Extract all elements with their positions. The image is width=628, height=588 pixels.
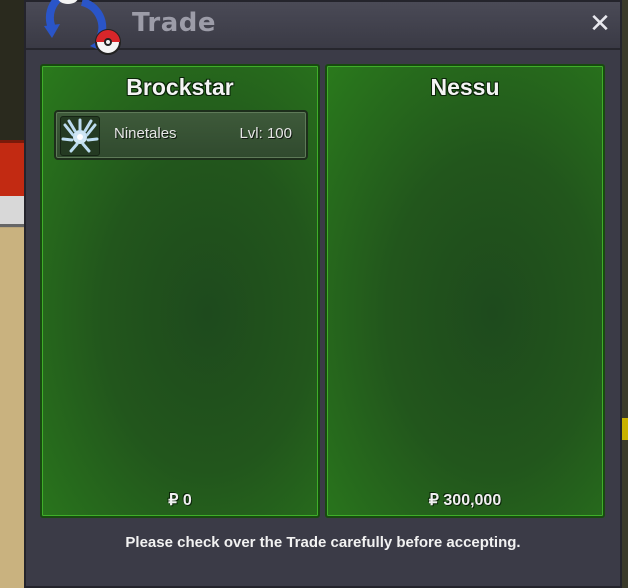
item-pokemon-level: Lvl: 100 xyxy=(239,125,292,142)
trade-instructions: Please check over the Trade carefully be… xyxy=(125,534,521,551)
money-offer-left: ₽ 0 xyxy=(168,492,192,509)
title-bar[interactable]: Trade ✕ xyxy=(26,0,620,55)
game-background-gray-bar xyxy=(0,196,24,227)
ninetales-icon xyxy=(60,116,100,156)
trade-window: Trade ✕ Brockstar Ninetales Lvl: 100 ₽ 0… xyxy=(24,0,622,588)
close-icon[interactable]: ✕ xyxy=(586,10,614,38)
game-background-dark xyxy=(0,0,24,140)
money-offer-right: ₽ 300,000 xyxy=(428,492,502,509)
partner-offer-panel: Nessu ₽ 300,000 xyxy=(325,64,605,518)
trade-logo-icon xyxy=(44,0,121,55)
player-name-left: Brockstar xyxy=(126,74,234,100)
player-name-right: Nessu xyxy=(430,74,500,100)
game-background-ground xyxy=(0,228,24,588)
my-offer-panel: Brockstar Ninetales Lvl: 100 ₽ 0 xyxy=(40,64,320,518)
game-background-red-bar xyxy=(0,140,24,198)
trade-item[interactable]: Ninetales Lvl: 100 xyxy=(54,110,308,160)
item-pokemon-name: Ninetales xyxy=(114,125,177,142)
window-title: Trade xyxy=(132,8,216,38)
